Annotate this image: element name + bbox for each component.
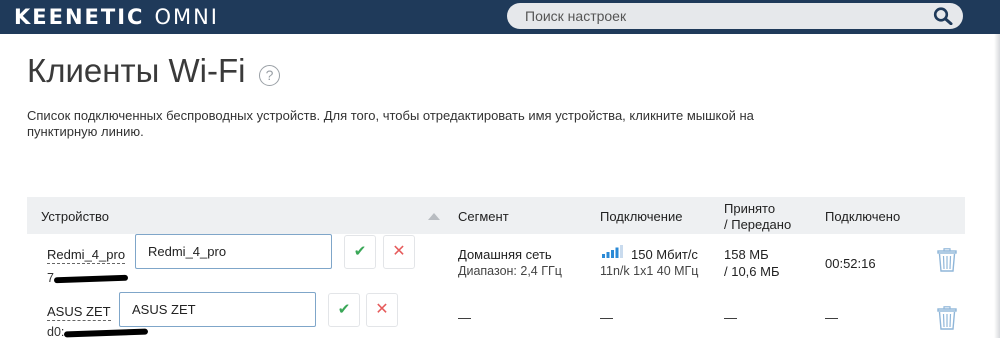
- redaction-mark: [64, 328, 149, 338]
- mac-prefix: 7: [47, 271, 54, 285]
- page-title: Клиенты Wi-Fi: [27, 52, 246, 89]
- traffic-info: —: [724, 310, 737, 325]
- table-row: ASUS ZET: [47, 304, 111, 321]
- search-icon[interactable]: [933, 7, 953, 25]
- sort-ascending-icon[interactable]: [428, 213, 440, 220]
- wifi-mode: 11n/k 1x1 40 МГц: [600, 264, 699, 278]
- segment-name: Домашняя сеть: [458, 247, 552, 262]
- segment-name: —: [458, 310, 471, 325]
- top-bar: KEENETIC OMNI: [0, 0, 1000, 34]
- connection-info: —: [600, 310, 613, 325]
- cancel-edit-button[interactable]: ✕: [366, 293, 398, 327]
- bytes-received: 158 МБ: [724, 247, 769, 262]
- column-connection: Подключение: [600, 209, 683, 224]
- table-row: Redmi_4_pro: [47, 247, 126, 264]
- brand-model: OMNI: [154, 5, 219, 29]
- save-name-button[interactable]: ✔: [328, 293, 360, 327]
- brand-name: KEENETIC: [14, 5, 145, 29]
- page-description: Список подключенных беспроводных устройс…: [27, 108, 754, 139]
- column-sent: / Передано: [724, 217, 792, 232]
- connection-uptime: 00:52:16: [825, 256, 876, 271]
- column-device[interactable]: Устройство: [41, 209, 109, 224]
- search-box: [507, 3, 963, 29]
- cancel-edit-button[interactable]: ✕: [383, 235, 415, 269]
- trash-icon[interactable]: [936, 248, 958, 272]
- device-name-link[interactable]: Redmi_4_pro: [47, 247, 126, 264]
- column-received: Принято: [724, 201, 776, 216]
- search-input[interactable]: [525, 6, 905, 26]
- column-segment: Сегмент: [458, 209, 509, 224]
- segment-band: Диапазон: 2,4 ГГц: [458, 264, 562, 278]
- help-icon[interactable]: ?: [259, 65, 280, 86]
- device-name-link[interactable]: ASUS ZET: [47, 304, 111, 321]
- connection-uptime: —: [825, 310, 838, 325]
- save-name-button[interactable]: ✔: [344, 235, 376, 269]
- device-name-input[interactable]: [135, 234, 332, 269]
- brand-logo[interactable]: KEENETIC OMNI: [14, 5, 219, 29]
- device-mac: d0:: [47, 325, 149, 339]
- device-mac: 7: [47, 271, 129, 285]
- mac-prefix: d0:: [47, 325, 65, 339]
- signal-strength-icon: [602, 245, 623, 258]
- trash-icon[interactable]: [936, 306, 958, 330]
- column-connected: Подключено: [825, 209, 901, 224]
- bytes-sent: / 10,6 МБ: [724, 264, 780, 279]
- scrollbar-edge: [994, 34, 1000, 338]
- redaction-mark: [53, 274, 129, 283]
- device-name-input[interactable]: [119, 292, 316, 327]
- link-speed: 150 Мбит/с: [631, 247, 698, 262]
